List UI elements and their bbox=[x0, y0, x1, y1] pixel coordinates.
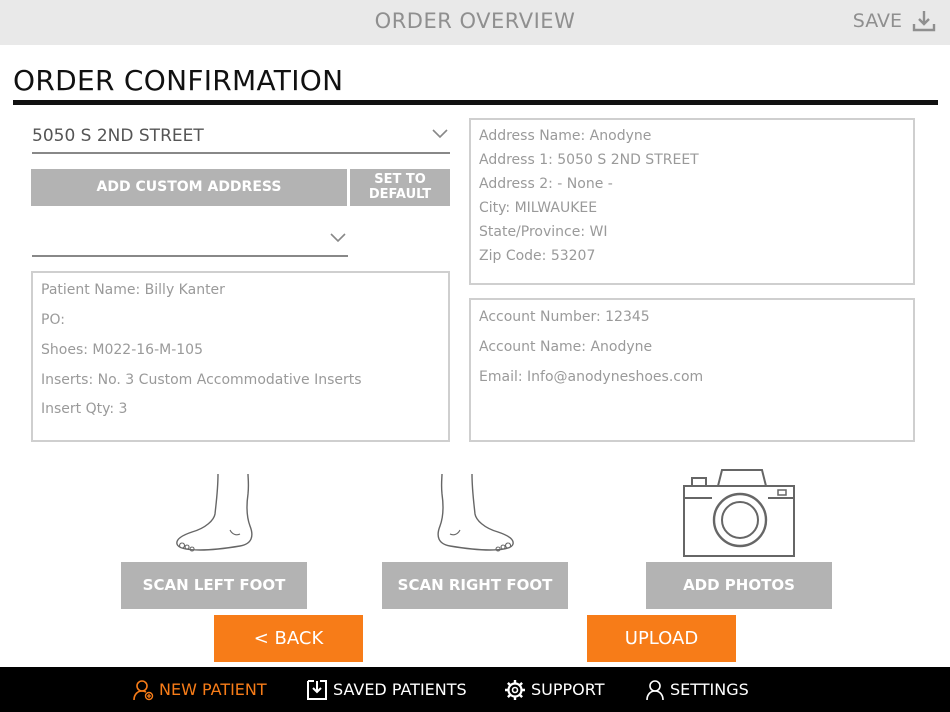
po-number: PO: bbox=[41, 312, 65, 328]
camera-icon bbox=[682, 468, 798, 564]
set-to-default-label-line2: DEFAULT bbox=[368, 187, 432, 202]
set-to-default-label-line1: SET TO bbox=[374, 172, 426, 187]
address-info-panel: Address Name: Anodyne Address 1: 5050 S … bbox=[469, 118, 915, 285]
address-name: Address Name: Anodyne bbox=[479, 128, 652, 144]
address-dropdown[interactable]: 5050 S 2ND STREET bbox=[32, 120, 450, 154]
patient-name: Patient Name: Billy Kanter bbox=[41, 282, 225, 298]
nav-new-patient[interactable]: NEW PATIENT bbox=[132, 667, 267, 712]
insert-qty: Insert Qty: 3 bbox=[41, 401, 128, 417]
address-line1: Address 1: 5050 S 2ND STREET bbox=[479, 152, 699, 168]
inserts-info: Inserts: No. 3 Custom Accommodative Inse… bbox=[41, 372, 362, 388]
download-icon bbox=[912, 11, 936, 32]
chevron-down-icon bbox=[330, 233, 346, 243]
add-custom-address-button[interactable]: ADD CUSTOM ADDRESS bbox=[31, 169, 347, 206]
save-button[interactable]: SAVE bbox=[853, 9, 936, 33]
address-city: City: MILWAUKEE bbox=[479, 200, 598, 216]
nav-support[interactable]: SUPPORT bbox=[504, 667, 604, 712]
chevron-down-icon bbox=[432, 129, 448, 139]
heading-divider bbox=[13, 100, 938, 105]
order-confirmation-heading: ORDER CONFIRMATION bbox=[13, 64, 344, 97]
address-zip: Zip Code: 53207 bbox=[479, 248, 596, 264]
scan-left-foot-button[interactable]: SCAN LEFT FOOT bbox=[121, 562, 307, 609]
nav-support-label: SUPPORT bbox=[531, 680, 605, 699]
save-label: SAVE bbox=[852, 10, 902, 32]
account-info-panel: Account Number: 12345 Account Name: Anod… bbox=[469, 298, 915, 442]
nav-saved-patients-label: SAVED PATIENTS bbox=[333, 680, 467, 699]
left-foot-icon bbox=[170, 470, 260, 564]
set-to-default-button[interactable]: SET TO DEFAULT bbox=[350, 169, 450, 206]
nav-new-patient-label: NEW PATIENT bbox=[159, 680, 267, 699]
patient-info-panel: Patient Name: Billy Kanter PO: Shoes: M0… bbox=[31, 271, 450, 442]
save-tray-icon bbox=[307, 679, 327, 700]
back-button[interactable]: < BACK bbox=[214, 615, 363, 662]
address-line2: Address 2: - None - bbox=[479, 176, 613, 192]
add-photos-button[interactable]: ADD PHOTOS bbox=[646, 562, 832, 609]
nav-settings-label: SETTINGS bbox=[670, 680, 749, 699]
account-number: Account Number: 12345 bbox=[479, 309, 650, 325]
scan-right-foot-button[interactable]: SCAN RIGHT FOOT bbox=[382, 562, 568, 609]
bottom-nav: NEW PATIENT SAVED PATIENTS SUPPORT SETTI… bbox=[0, 667, 950, 712]
secondary-dropdown[interactable] bbox=[32, 222, 348, 257]
add-user-icon bbox=[133, 679, 154, 700]
address-state: State/Province: WI bbox=[479, 224, 608, 240]
account-email: Email: Info@anodyneshoes.com bbox=[479, 369, 704, 385]
nav-settings[interactable]: SETTINGS bbox=[645, 667, 749, 712]
page-title: ORDER OVERVIEW bbox=[374, 9, 576, 33]
address-dropdown-value: 5050 S 2ND STREET bbox=[32, 126, 204, 146]
nav-saved-patients[interactable]: SAVED PATIENTS bbox=[306, 667, 467, 712]
top-bar: ORDER OVERVIEW SAVE bbox=[0, 0, 950, 45]
upload-button[interactable]: UPLOAD bbox=[587, 615, 736, 662]
gear-icon bbox=[505, 679, 525, 700]
account-name: Account Name: Anodyne bbox=[479, 339, 653, 355]
user-icon bbox=[646, 679, 664, 700]
right-foot-icon bbox=[432, 470, 522, 564]
shoes-info: Shoes: M022-16-M-105 bbox=[41, 342, 203, 358]
